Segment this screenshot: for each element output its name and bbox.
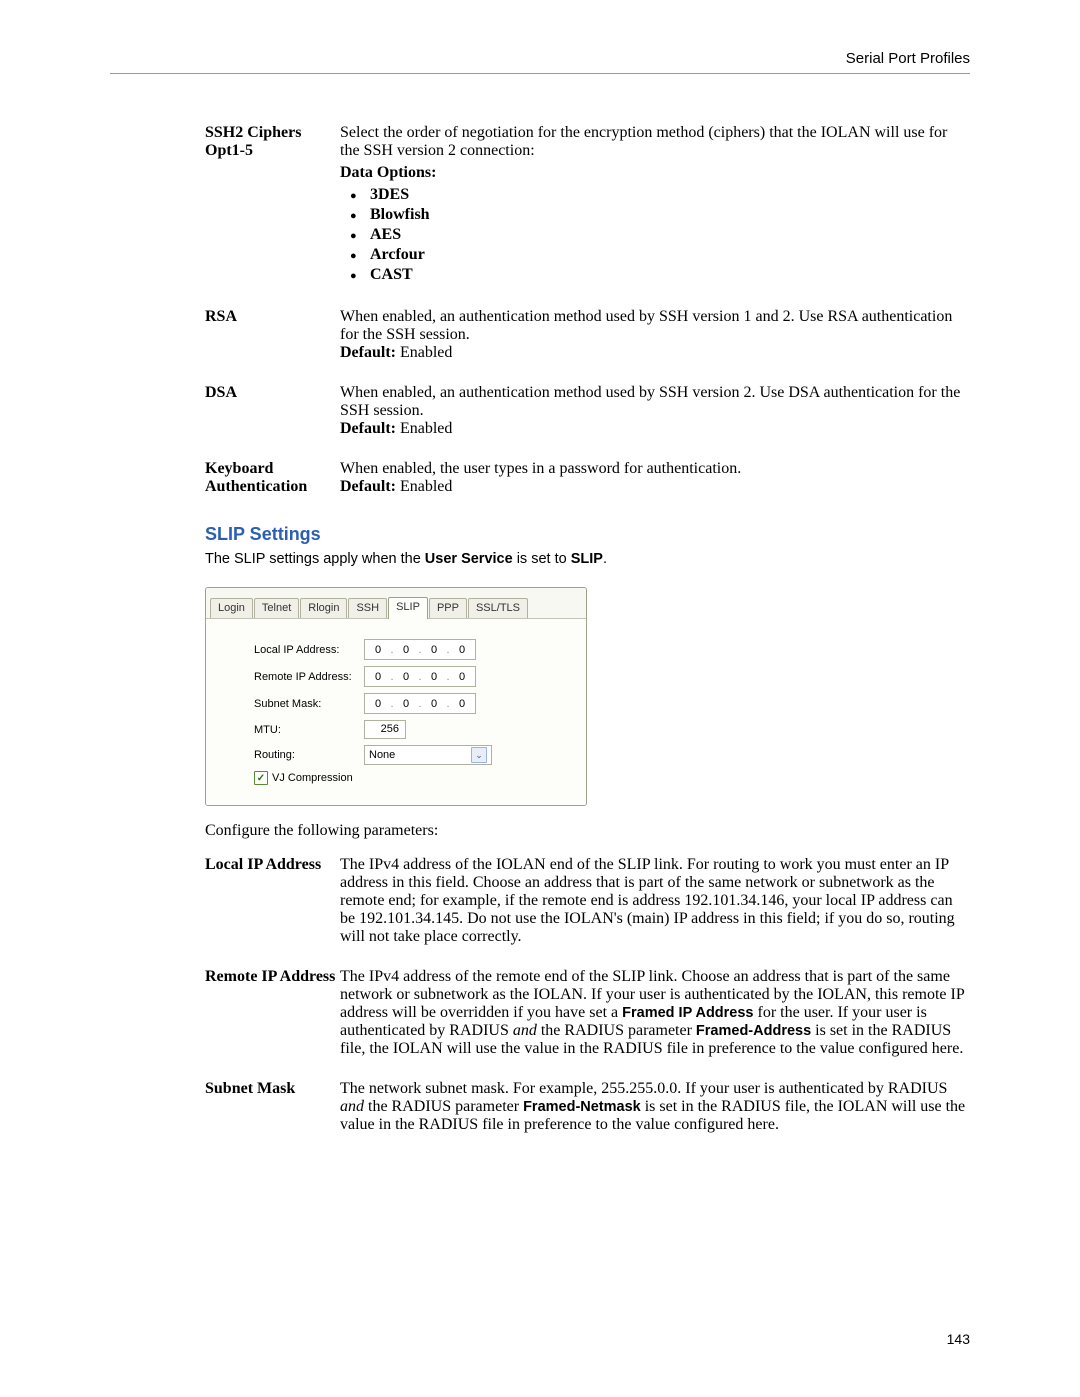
tab-strip: Login Telnet Rlogin SSH SLIP PPP SSL/TLS (206, 588, 586, 619)
cipher-option: AES (340, 226, 970, 244)
mtu-input[interactable]: 256 (364, 720, 406, 739)
default-value: Enabled (396, 478, 452, 495)
param-italic: and (340, 1098, 364, 1115)
ip-octet[interactable]: 0 (367, 698, 389, 710)
param-body: The IPv4 address of the remote end of th… (340, 968, 970, 1058)
tab-ppp[interactable]: PPP (429, 598, 467, 618)
cipher-option: Arcfour (340, 246, 970, 264)
ip-octet[interactable]: 0 (395, 698, 417, 710)
page-number: 143 (947, 1331, 970, 1347)
param-label: SSH2 Ciphers Opt1-5 (205, 124, 340, 286)
param-ssh2-ciphers: SSH2 Ciphers Opt1-5 Select the order of … (205, 124, 970, 286)
ip-octet[interactable]: 0 (367, 644, 389, 656)
data-options-label: Data Options: (340, 164, 436, 181)
default-value: Enabled (396, 344, 452, 361)
ip-octet[interactable]: 0 (395, 671, 417, 683)
routing-value: None (369, 749, 395, 761)
section-intro: The SLIP settings apply when the User Se… (205, 551, 970, 567)
remote-ip-label: Remote IP Address: (254, 671, 364, 683)
param-bold: Framed-Netmask (523, 1099, 641, 1115)
routing-select[interactable]: None ⌄ (364, 745, 492, 765)
param-body: The network subnet mask. For example, 25… (340, 1080, 970, 1134)
subnet-input[interactable]: 0. 0. 0. 0 (364, 693, 476, 714)
param-dsa: DSA When enabled, an authentication meth… (205, 384, 970, 438)
tab-slip[interactable]: SLIP (388, 597, 428, 619)
cipher-option: 3DES (340, 186, 970, 204)
default-label: Default: (340, 344, 396, 361)
tab-ssh[interactable]: SSH (348, 598, 387, 618)
default-label: Default: (340, 420, 396, 437)
param-local-ip: Local IP Address The IPv4 address of the… (205, 856, 970, 946)
param-body: The IPv4 address of the IOLAN end of the… (340, 856, 970, 946)
param-text: When enabled, the user types in a passwo… (340, 460, 970, 478)
local-ip-label: Local IP Address: (254, 644, 364, 656)
chevron-down-icon[interactable]: ⌄ (471, 747, 487, 763)
ip-octet[interactable]: 0 (451, 698, 473, 710)
param-label: DSA (205, 384, 340, 438)
ip-octet[interactable]: 0 (367, 671, 389, 683)
tab-telnet[interactable]: Telnet (254, 598, 299, 618)
configure-text: Configure the following parameters: (205, 822, 970, 840)
param-text: When enabled, an authentication method u… (340, 308, 970, 344)
param-bold: Framed IP Address (622, 1005, 753, 1021)
param-label: Subnet Mask (205, 1080, 340, 1134)
mtu-label: MTU: (254, 724, 364, 736)
param-subnet: Subnet Mask The network subnet mask. For… (205, 1080, 970, 1134)
section-title-slip: SLIP Settings (205, 524, 970, 545)
param-body: When enabled, an authentication method u… (340, 308, 970, 362)
param-rsa: RSA When enabled, an authentication meth… (205, 308, 970, 362)
default-label: Default: (340, 478, 396, 495)
tab-login[interactable]: Login (210, 598, 253, 618)
ip-octet[interactable]: 0 (395, 644, 417, 656)
param-italic: and (513, 1022, 537, 1039)
intro-text: The SLIP settings apply when the (205, 551, 425, 567)
vj-checkbox[interactable]: ✓ (254, 771, 268, 785)
ip-octet[interactable]: 0 (423, 644, 445, 656)
param-bold: Framed-Address (696, 1023, 811, 1039)
subnet-label: Subnet Mask: (254, 698, 364, 710)
cipher-option: Blowfish (340, 206, 970, 224)
intro-bold: SLIP (571, 551, 603, 567)
param-body: When enabled, an authentication method u… (340, 384, 970, 438)
intro-bold: User Service (425, 551, 513, 567)
ip-octet[interactable]: 0 (451, 644, 473, 656)
tab-ssltls[interactable]: SSL/TLS (468, 598, 528, 618)
routing-label: Routing: (254, 749, 364, 761)
ip-octet[interactable]: 0 (451, 671, 473, 683)
local-ip-input[interactable]: 0. 0. 0. 0 (364, 639, 476, 660)
param-body: When enabled, the user types in a passwo… (340, 460, 970, 496)
param-remote-ip: Remote IP Address The IPv4 address of th… (205, 968, 970, 1058)
param-label: Keyboard Authentication (205, 460, 340, 496)
ip-octet[interactable]: 0 (423, 671, 445, 683)
param-text: the RADIUS parameter (537, 1022, 696, 1039)
param-text: When enabled, an authentication method u… (340, 384, 970, 420)
param-label: RSA (205, 308, 340, 362)
page-header: Serial Port Profiles (110, 50, 970, 74)
slip-settings-panel: Login Telnet Rlogin SSH SLIP PPP SSL/TLS… (205, 587, 587, 806)
cipher-options-list: 3DES Blowfish AES Arcfour CAST (340, 186, 970, 284)
param-text: The network subnet mask. For example, 25… (340, 1080, 947, 1097)
default-value: Enabled (396, 420, 452, 437)
param-text: Select the order of negotiation for the … (340, 124, 970, 160)
vj-label: VJ Compression (272, 772, 353, 784)
param-text: the RADIUS parameter (364, 1098, 523, 1115)
tab-rlogin[interactable]: Rlogin (300, 598, 347, 618)
remote-ip-input[interactable]: 0. 0. 0. 0 (364, 666, 476, 687)
cipher-option: CAST (340, 266, 970, 284)
intro-text: . (603, 551, 607, 567)
param-label: Local IP Address (205, 856, 340, 946)
param-keyboard-auth: Keyboard Authentication When enabled, th… (205, 460, 970, 496)
intro-text: is set to (513, 551, 571, 567)
param-body: Select the order of negotiation for the … (340, 124, 970, 286)
param-label: Remote IP Address (205, 968, 340, 1058)
ip-octet[interactable]: 0 (423, 698, 445, 710)
